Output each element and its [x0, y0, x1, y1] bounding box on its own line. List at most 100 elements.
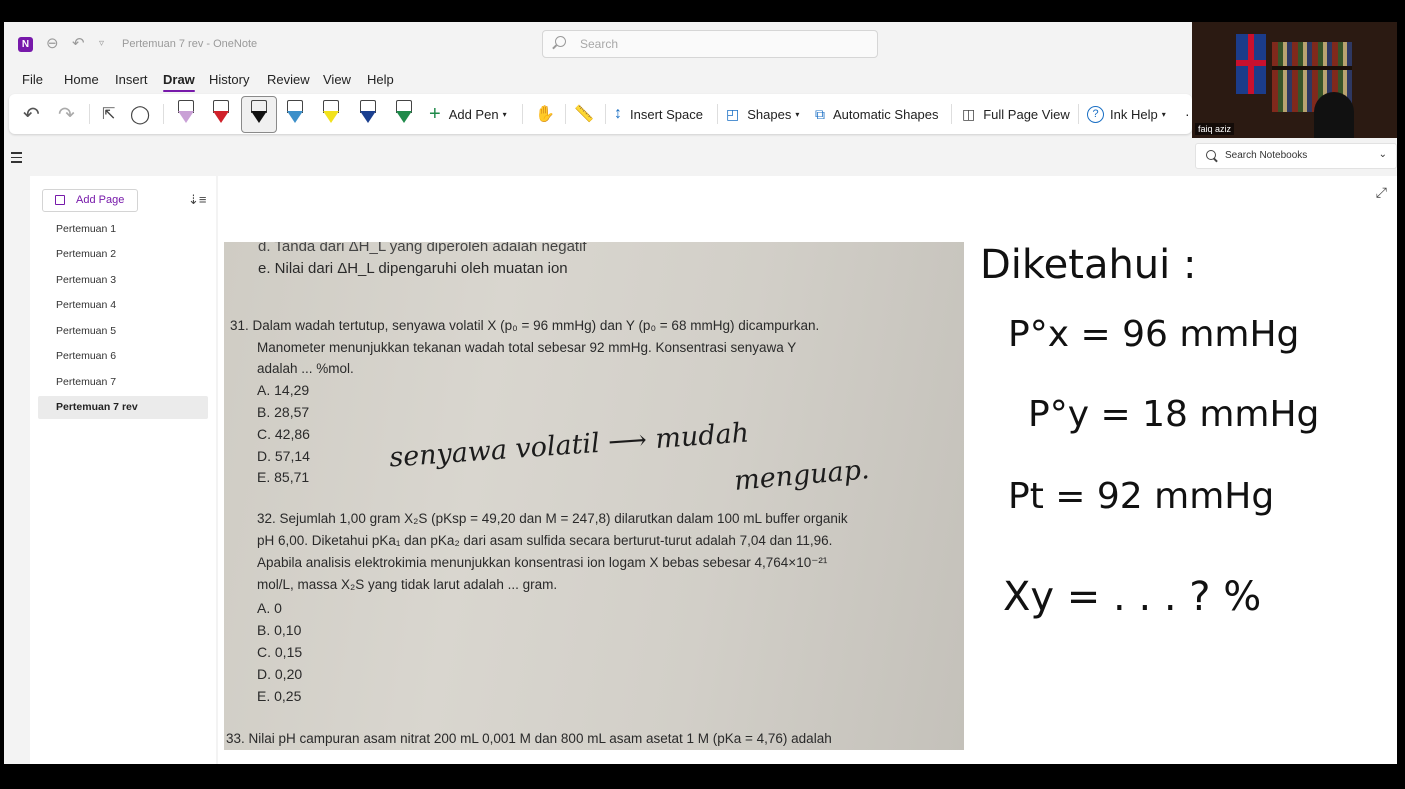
- participant-avatar: [1314, 92, 1354, 138]
- select-tool-icon[interactable]: ⇱: [102, 94, 115, 134]
- q31-option: C. 42,86: [257, 426, 310, 442]
- insert-space-button[interactable]: ↕ Insert Space: [614, 94, 703, 134]
- highlighter-yellow-icon[interactable]: [319, 98, 341, 128]
- page-item[interactable]: Pertemuan 1: [38, 218, 208, 241]
- menu-view[interactable]: View: [323, 72, 351, 87]
- add-page-icon: [55, 195, 65, 205]
- page-item[interactable]: Pertemuan 4: [38, 294, 208, 317]
- undo-icon[interactable]: ↶: [23, 94, 40, 134]
- chevron-down-icon: ▾: [502, 109, 507, 119]
- shapes-button[interactable]: ◰ Shapes ▾: [726, 94, 799, 134]
- pen-green-icon[interactable]: [392, 98, 414, 128]
- redo-icon[interactable]: ↷: [58, 94, 75, 134]
- menu-home[interactable]: Home: [64, 72, 99, 87]
- search-box[interactable]: Search: [542, 30, 878, 58]
- menu-help[interactable]: Help: [367, 72, 394, 87]
- ribbon-divider: [951, 104, 952, 124]
- search-placeholder: Search: [580, 37, 619, 51]
- menu-review[interactable]: Review: [267, 72, 310, 87]
- ink-help-button[interactable]: ? Ink Help ▾: [1087, 94, 1166, 134]
- ruler-icon[interactable]: 📏: [574, 94, 594, 134]
- automatic-shapes-icon: ⧉: [815, 105, 825, 122]
- full-page-view-button[interactable]: ◫ Full Page View: [962, 94, 1070, 134]
- highlighter-pink-icon[interactable]: [174, 98, 196, 128]
- ink-line-3: Pt = 92 mmHg: [1008, 476, 1275, 517]
- expand-icon[interactable]: ⤢: [1376, 184, 1387, 201]
- shelf-divider: [1272, 66, 1352, 70]
- q33-line-1: 33. Nilai pH campuran asam nitrat 200 mL…: [226, 731, 832, 746]
- page-item[interactable]: Pertemuan 3: [38, 269, 208, 292]
- back-icon[interactable]: ⊖: [46, 34, 59, 52]
- menu-insert[interactable]: Insert: [115, 72, 148, 87]
- menu-history[interactable]: History: [209, 72, 249, 87]
- page-item[interactable]: Pertemuan 2: [38, 243, 208, 266]
- pen-blue-icon[interactable]: [283, 98, 305, 128]
- shapes-label: Shapes: [747, 106, 792, 122]
- q32-option: B. 0,10: [257, 622, 302, 638]
- handwritten-note-2: menguap.: [732, 454, 871, 497]
- add-pen-button[interactable]: + Add Pen ▾: [429, 94, 507, 134]
- add-page-button[interactable]: Add Page: [42, 189, 138, 212]
- menu-bar: File Home Insert Draw History Review Vie…: [4, 66, 1194, 92]
- undo-icon[interactable]: ↶: [72, 34, 85, 52]
- video-thumbnail[interactable]: faiq aziz: [1192, 22, 1397, 138]
- hand-pan-icon[interactable]: ✋: [535, 94, 555, 134]
- q31-option: D. 57,14: [257, 448, 310, 464]
- ribbon-divider: [717, 104, 718, 124]
- ink-title: Diketahui :: [980, 242, 1197, 288]
- q31-option: E. 85,71: [257, 469, 310, 485]
- q31-option: B. 28,57: [257, 404, 310, 420]
- draw-ribbon: ↶ ↷ ⇱ ◯ + Add Pen ▾ ✋ 📏 ↕ Insert Space ◰: [9, 94, 1192, 134]
- sort-pages-icon[interactable]: ⇣≡: [188, 192, 206, 208]
- help-icon: ?: [1087, 105, 1104, 123]
- search-notebooks-label: Search Notebooks: [1225, 150, 1308, 161]
- pen-black-icon[interactable]: [247, 98, 269, 128]
- page-item-label: Pertemuan 1: [56, 223, 117, 235]
- chevron-down-icon: ▾: [1161, 109, 1166, 119]
- page-item-label: Pertemuan 7 rev: [56, 401, 138, 413]
- full-page-view-label: Full Page View: [983, 106, 1070, 122]
- page-item-selected[interactable]: Pertemuan 7 rev: [38, 396, 208, 419]
- pen-red-icon[interactable]: [209, 98, 231, 128]
- exam-photo: d. Tanda dari ΔH_L yang diperoleh adalah…: [224, 242, 964, 750]
- page-item[interactable]: Pertemuan 7: [38, 371, 208, 394]
- automatic-shapes-button[interactable]: ⧉ Automatic Shapes: [815, 94, 939, 134]
- menu-file[interactable]: File: [22, 72, 43, 87]
- q32-line-3: Apabila analisis elektrokimia menunjukka…: [257, 555, 828, 570]
- q32-line-2: pH 6,00. Diketahui pKa₁ dan pKa₂ dari as…: [257, 533, 833, 548]
- page-item[interactable]: Pertemuan 6: [38, 345, 208, 368]
- document-title: Pertemuan 7 rev - OneNote: [122, 38, 258, 50]
- onenote-window: N ⊖ ↶ ▿ Pertemuan 7 rev - OneNote Search…: [4, 22, 1397, 764]
- ink-help-label: Ink Help: [1110, 106, 1158, 122]
- q32-line-4: mol/L, massa X₂S yang tidak larut adalah…: [257, 577, 558, 592]
- ribbon-divider: [565, 104, 566, 124]
- page-item[interactable]: Pertemuan 5: [38, 320, 208, 343]
- search-notebooks-box[interactable]: Search Notebooks ⌄: [1195, 143, 1397, 169]
- shapes-icon: ◰: [726, 105, 740, 122]
- lasso-select-icon[interactable]: ◯: [130, 94, 150, 134]
- customize-toolbar-icon[interactable]: ▿: [99, 38, 104, 49]
- note-canvas[interactable]: ⤢ d. Tanda dari ΔH_L yang diperoleh adal…: [218, 176, 1397, 764]
- search-icon: [555, 36, 566, 47]
- ribbon-divider: [605, 104, 606, 124]
- page-item-label: Pertemuan 3: [56, 274, 117, 286]
- ribbon-divider: [89, 104, 90, 124]
- ink-line-2: P°y = 18 mmHg: [1028, 394, 1320, 435]
- q32-option: D. 0,20: [257, 666, 303, 682]
- hamburger-menu-icon[interactable]: [11, 152, 22, 166]
- q32-option: A. 0: [257, 600, 282, 616]
- menu-draw[interactable]: Draw: [163, 72, 195, 92]
- page-item-label: Pertemuan 7: [56, 376, 117, 388]
- pen-navy-icon[interactable]: [356, 98, 378, 128]
- page-item-label: Pertemuan 2: [56, 248, 117, 260]
- q32-option: C. 0,15: [257, 644, 303, 660]
- q31-line-2: Manometer menunjukkan tekanan wadah tota…: [257, 340, 797, 355]
- option-d-text: d. Tanda dari ΔH_L yang diperoleh adalah…: [258, 242, 587, 255]
- add-pen-label: Add Pen: [448, 106, 499, 122]
- ribbon-divider: [1078, 104, 1079, 124]
- ribbon-divider: [163, 104, 164, 124]
- q32-option: E. 0,25: [257, 688, 302, 704]
- q31-option: A. 14,29: [257, 382, 310, 398]
- more-options-icon[interactable]: ·: [1185, 94, 1190, 134]
- q31-line-1: 31. Dalam wadah tertutup, senyawa volati…: [230, 318, 820, 333]
